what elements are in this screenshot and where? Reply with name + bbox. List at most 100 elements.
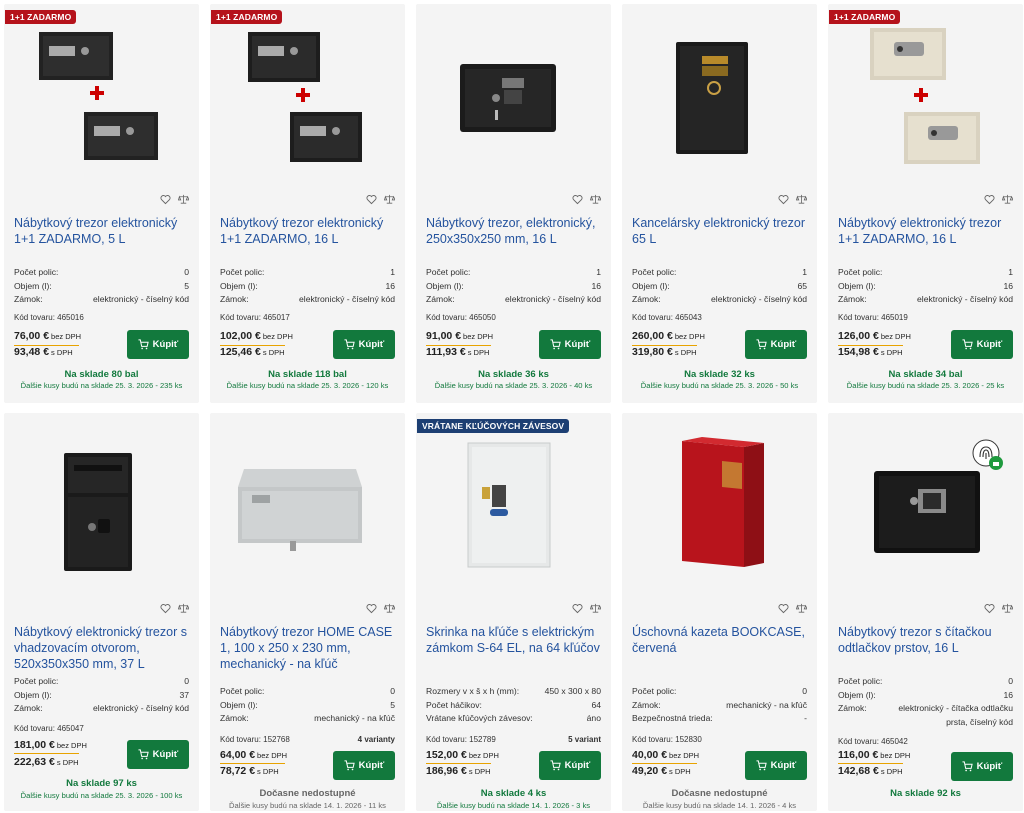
price-divider [838, 763, 903, 764]
buy-label: Kúpiť [152, 749, 179, 760]
heart-icon[interactable] [984, 194, 995, 205]
spec-value: elektronický - číselný kód [93, 294, 189, 305]
product-image[interactable] [416, 429, 611, 597]
heart-icon[interactable] [160, 603, 171, 614]
scales-icon[interactable] [178, 194, 189, 205]
product-card[interactable]: 1+1 ZADARMO Nábytkový trezor elektronick… [4, 4, 199, 403]
scales-icon[interactable] [1002, 603, 1013, 614]
price-value: 319,80 € [632, 346, 673, 358]
spec-label: Objem (l): [220, 280, 258, 291]
product-card[interactable]: Nábytkový trezor s čítačkou odtlačkov pr… [828, 413, 1023, 811]
product-title[interactable]: Nábytkový trezor elektronický 1+1 ZADARM… [220, 215, 397, 247]
buy-button[interactable]: Kúpiť [539, 751, 601, 780]
card-actions [984, 603, 1013, 614]
product-image[interactable] [622, 20, 817, 188]
scales-icon[interactable] [384, 603, 395, 614]
product-image[interactable] [210, 20, 405, 188]
product-title[interactable]: Nábytkový trezor HOME CASE 1, 100 x 250 … [220, 624, 397, 672]
buy-button[interactable]: Kúpiť [127, 330, 189, 359]
product-card[interactable]: 1+1 ZADARMO Nábytkový elektronický trezo… [828, 4, 1023, 403]
scales-icon[interactable] [590, 603, 601, 614]
product-card[interactable]: Nábytkový elektronický trezor s vhadzova… [4, 413, 199, 811]
heart-icon[interactable] [366, 603, 377, 614]
price-label: s DPH [880, 348, 903, 357]
restock-info: Ďalšie kusy budú na sklade 14. 1. 2026 -… [642, 801, 797, 810]
spec-label: Počet polic: [220, 267, 265, 277]
spec-value: mechanický - na kľúč [726, 699, 807, 710]
scales-icon[interactable] [590, 194, 601, 205]
product-image[interactable] [210, 429, 405, 597]
spec-row: Zámok: elektronický - číselný kód [14, 702, 189, 716]
heart-icon[interactable] [366, 194, 377, 205]
variants-link[interactable]: 4 varianty [358, 735, 395, 744]
product-card[interactable]: Nábytkový trezor, elektronický, 250x350x… [416, 4, 611, 403]
cart-icon [962, 339, 973, 350]
price-value: 152,00 € [426, 749, 467, 761]
buy-label: Kúpiť [358, 760, 385, 771]
product-title[interactable]: Kancelársky elektronický trezor 65 L [632, 215, 809, 247]
product-image[interactable] [828, 20, 1023, 188]
buy-button[interactable]: Kúpiť [539, 330, 601, 359]
product-card[interactable]: Kancelársky elektronický trezor 65 L Poč… [622, 4, 817, 403]
buy-button[interactable]: Kúpiť [951, 752, 1013, 781]
heart-icon[interactable] [572, 603, 583, 614]
product-image[interactable] [4, 20, 199, 188]
product-code: Kód tovaru: 152830 [632, 735, 702, 744]
stock-status: Na sklade 97 ks [66, 778, 137, 789]
restock-info: Ďalšie kusy budú na sklade 25. 3. 2026 -… [846, 381, 1005, 390]
product-title[interactable]: Nábytkový elektronický trezor s vhadzova… [14, 624, 191, 672]
product-card[interactable]: VRÁTANE KĽÚČOVÝCH ZÁVESOV Skrinka na kľú… [416, 413, 611, 811]
variants-link[interactable]: 5 variant [568, 735, 601, 744]
price-label: s DPH [262, 348, 285, 357]
heart-icon[interactable] [160, 194, 171, 205]
price-value: 76,00 € [14, 330, 50, 342]
buy-button[interactable]: Kúpiť [333, 330, 395, 359]
buy-button[interactable]: Kúpiť [745, 330, 807, 359]
product-title[interactable]: Skrinka na kľúče s elektrickým zámkom S-… [426, 624, 603, 656]
product-code-row: Kód tovaru: 465050 [426, 313, 601, 322]
spec-value: 16 [591, 280, 601, 291]
cart-icon [962, 761, 973, 772]
spec-value: 1 [596, 267, 601, 277]
product-specs: Počet polic: 0 Zámok: mechanický - na kľúč… [632, 685, 807, 726]
card-actions [160, 194, 189, 205]
scales-icon[interactable] [796, 194, 807, 205]
product-title[interactable]: Nábytkový elektronický trezor 1+1 ZADARM… [838, 215, 1015, 247]
price-excl-vat: 126,00 € bez DPH [838, 330, 911, 342]
spec-row: Objem (l): 16 [838, 280, 1013, 294]
promo-badge: 1+1 ZADARMO [211, 10, 283, 24]
scales-icon[interactable] [178, 603, 189, 614]
buy-button[interactable]: Kúpiť [951, 330, 1013, 359]
price-value: 102,00 € [220, 330, 261, 342]
scales-icon[interactable] [796, 603, 807, 614]
product-title[interactable]: Nábytkový trezor, elektronický, 250x350x… [426, 215, 603, 247]
heart-icon[interactable] [778, 603, 789, 614]
scales-icon[interactable] [384, 194, 395, 205]
buy-button[interactable]: Kúpiť [333, 751, 395, 780]
product-card[interactable]: Úschovná kazeta BOOKCASE, červená Počet … [622, 413, 817, 811]
spec-label: Zámok: [14, 703, 43, 714]
product-image[interactable] [622, 429, 817, 597]
product-card[interactable]: 1+1 ZADARMO Nábytkový trezor elektronick… [210, 4, 405, 403]
heart-icon[interactable] [572, 194, 583, 205]
product-title[interactable]: Nábytkový trezor s čítačkou odtlačkov pr… [838, 624, 1015, 656]
stock-status: Na sklade 80 bal [64, 369, 139, 380]
spec-label: Zámok: [838, 294, 867, 305]
buy-label: Kúpiť [564, 760, 591, 771]
scales-icon[interactable] [1002, 194, 1013, 205]
product-image[interactable] [4, 429, 199, 597]
product-image[interactable] [828, 429, 1023, 597]
product-card[interactable]: Nábytkový trezor HOME CASE 1, 100 x 250 … [210, 413, 405, 811]
heart-icon[interactable] [778, 194, 789, 205]
spec-value: - [804, 713, 807, 724]
restock-info: Ďalšie kusy budú na sklade 25. 3. 2026 -… [20, 381, 183, 390]
heart-icon[interactable] [984, 603, 995, 614]
product-title[interactable]: Úschovná kazeta BOOKCASE, červená [632, 624, 809, 656]
product-title[interactable]: Nábytkový trezor elektronický 1+1 ZADARM… [14, 215, 191, 247]
buy-button[interactable]: Kúpiť [127, 740, 189, 769]
product-code-row: Kód tovaru: 465047 [14, 724, 189, 733]
buy-button[interactable]: Kúpiť [745, 751, 807, 780]
price-label: s DPH [669, 767, 691, 776]
product-grid: 1+1 ZADARMO Nábytkový trezor elektronick… [4, 4, 1023, 811]
product-image[interactable] [416, 20, 611, 188]
